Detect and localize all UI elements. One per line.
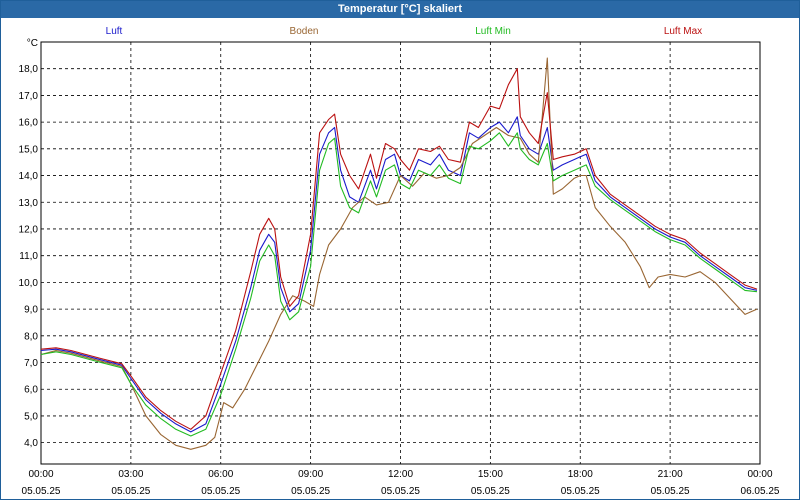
y-tick-label: 8,0 — [24, 331, 38, 342]
x-tick-time: 12:00 — [388, 469, 413, 480]
y-tick-label: 7,0 — [24, 358, 38, 369]
x-tick-date: 05.05.25 — [471, 486, 510, 497]
x-tick-time: 18:00 — [568, 469, 593, 480]
grid — [41, 42, 760, 464]
y-tick-label: 15,0 — [19, 144, 39, 155]
y-tick-label: 6,0 — [24, 385, 38, 396]
axes: 4,0 5,0 6,0 7,0 8,0 9,0 10,0 11,0 12,0 13,0 14,0 15… — [19, 38, 780, 497]
x-tick-time: 00:00 — [747, 469, 772, 480]
legend: Luft Boden Luft Min Luft Max — [106, 26, 703, 37]
y-tick-label: 11,0 — [19, 251, 38, 262]
y-tick-label: 18,0 — [19, 64, 39, 75]
x-tick-date: 05.05.25 — [651, 486, 690, 497]
x-tick-time: 21:00 — [658, 469, 683, 480]
legend-entry: Luft — [106, 26, 123, 37]
x-tick-time: 03:00 — [118, 469, 143, 480]
y-axis-label: °C — [27, 38, 38, 49]
series-line — [40, 116, 758, 433]
y-tick-label: 5,0 — [24, 411, 38, 422]
x-tick-date: 05.05.25 — [381, 486, 420, 497]
y-tick-label: 4,0 — [24, 438, 38, 449]
legend-entry: Luft Min — [475, 26, 511, 37]
series — [40, 57, 758, 450]
x-tick-time: 00:00 — [28, 469, 53, 480]
x-tick-time: 06:00 — [208, 469, 233, 480]
series-line — [40, 68, 758, 430]
y-tick-label: 13,0 — [19, 198, 39, 209]
chart-window: Temperatur [°C] skaliert Luft Boden Luft M… — [0, 0, 800, 500]
temperature-chart: Luft Boden Luft Min Luft Max 4,0 5,0 6,0 7,0 8,… — [19, 26, 780, 497]
x-tick-date: 05.05.25 — [111, 486, 150, 497]
x-tick-date: 06.05.25 — [741, 486, 780, 497]
x-tick-date: 05.05.25 — [291, 486, 330, 497]
x-tick-time: 09:00 — [298, 469, 323, 480]
x-tick-date: 05.05.25 — [22, 486, 61, 497]
chart-title: Temperatur [°C] skaliert — [1, 1, 799, 18]
series-line — [40, 132, 758, 437]
legend-entry: Boden — [290, 26, 319, 37]
y-tick-label: 14,0 — [19, 171, 39, 182]
y-tick-label: 17,0 — [19, 91, 39, 102]
series-line — [40, 57, 758, 450]
y-tick-label: 10,0 — [19, 278, 39, 289]
legend-entry: Luft Max — [664, 26, 702, 37]
y-tick-label: 16,0 — [19, 118, 39, 129]
y-tick-label: 12,0 — [19, 224, 39, 235]
x-tick-date: 05.05.25 — [201, 486, 240, 497]
x-tick-date: 05.05.25 — [561, 486, 600, 497]
y-tick-label: 9,0 — [24, 305, 38, 316]
x-tick-time: 15:00 — [478, 469, 503, 480]
